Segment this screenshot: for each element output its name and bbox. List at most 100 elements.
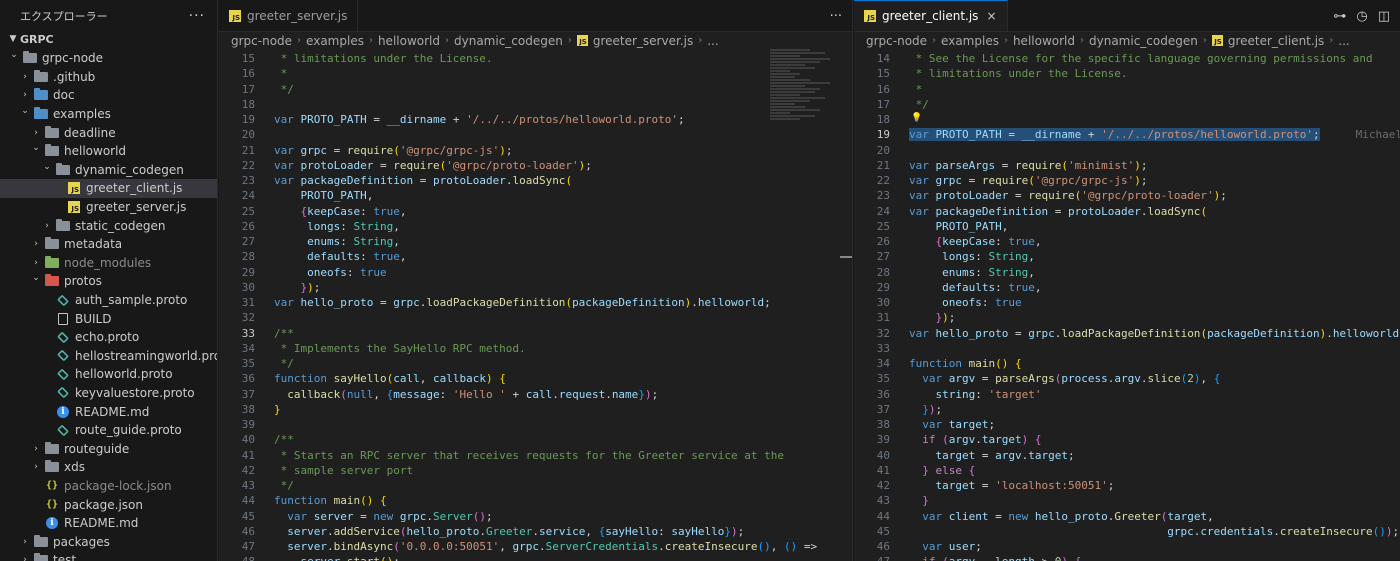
tree-folder[interactable]: › xds xyxy=(0,458,217,477)
code-line[interactable]: }); xyxy=(909,402,942,417)
tree-folder[interactable]: › .github xyxy=(0,68,217,87)
tree-folder[interactable]: › node_modules xyxy=(0,254,217,273)
code-line[interactable]: } xyxy=(274,402,281,417)
history-icon[interactable]: ◷ xyxy=(1356,9,1367,24)
code-line[interactable]: var server = new grpc.Server(); xyxy=(274,509,492,524)
code-line[interactable]: enums: String, xyxy=(274,234,400,249)
code-line[interactable]: callback(null, {message: 'Hello ' + call… xyxy=(274,387,658,402)
timeline-icon[interactable]: ⊶ xyxy=(1333,9,1346,24)
code-line[interactable]: var PROTO_PATH = __dirname + '/../../pro… xyxy=(909,127,1400,142)
code-line[interactable]: oneofs: true xyxy=(274,265,387,280)
breadcrumb-item[interactable]: helloworld xyxy=(378,34,440,48)
breadcrumb-item[interactable]: ... xyxy=(1338,34,1349,48)
breadcrumb-item[interactable]: greeter_client.js xyxy=(1228,34,1324,48)
code-line[interactable]: * xyxy=(909,82,923,97)
code-line[interactable]: {keepCase: true, xyxy=(274,204,407,219)
tree-folder[interactable]: ⌄ examples xyxy=(0,105,217,124)
tree-folder[interactable]: › metadata xyxy=(0,235,217,254)
code-line[interactable]: } else { xyxy=(909,463,975,478)
tree-folder[interactable]: › deadline xyxy=(0,123,217,142)
tree-folder[interactable]: ⌄ helloworld xyxy=(0,142,217,161)
code-line[interactable]: enums: String, xyxy=(909,265,1035,280)
code-line[interactable]: * limitations under the License. xyxy=(909,66,1128,81)
code-line[interactable]: */ xyxy=(274,478,294,493)
code-line[interactable]: * limitations under the License. xyxy=(274,51,493,66)
breadcrumb-item[interactable]: helloworld xyxy=(1013,34,1075,48)
breadcrumb-item[interactable]: grpc-node xyxy=(231,34,292,48)
workspace-section-header[interactable]: ▼ GRPC xyxy=(0,30,217,48)
code-line[interactable]: string: 'target' xyxy=(909,387,1042,402)
tree-folder[interactable]: › routeguide xyxy=(0,439,217,458)
code-line[interactable]: var argv = parseArgs(process.argv.slice(… xyxy=(909,371,1220,386)
tab-greeter-client[interactable]: JS greeter_client.js × xyxy=(854,0,1008,31)
tree-folder[interactable]: › packages xyxy=(0,532,217,551)
code-line[interactable]: var packageDefinition = protoLoader.load… xyxy=(909,204,1207,219)
code-line[interactable]: var grpc = require('@grpc/grpc-js'); xyxy=(909,173,1147,188)
code-line[interactable]: function sayHello(call, callback) { xyxy=(274,371,506,386)
code-line[interactable]: if (argv.target) { xyxy=(909,432,1041,447)
tree-file[interactable]: BUILD xyxy=(0,309,217,328)
code-line[interactable]: } xyxy=(909,493,929,508)
breadcrumb-item[interactable]: grpc-node xyxy=(866,34,927,48)
tree-folder[interactable]: › test xyxy=(0,551,217,561)
code-line[interactable]: if (argv._.length > 0) { xyxy=(909,554,1081,561)
code-line[interactable]: var parseArgs = require('minimist'); xyxy=(909,158,1147,173)
code-line[interactable]: grpc.credentials.createInsecure()); xyxy=(909,524,1399,539)
breadcrumb-item[interactable]: examples xyxy=(306,34,364,48)
code-line[interactable]: target = 'localhost:50051'; xyxy=(909,478,1115,493)
code-line[interactable]: server.start(); xyxy=(274,554,400,561)
more-actions-icon[interactable]: ··· xyxy=(830,9,842,24)
code-line[interactable]: }); xyxy=(909,310,956,325)
code-line[interactable]: var protoLoader = require('@grpc/proto-l… xyxy=(909,188,1227,203)
code-line[interactable]: var PROTO_PATH = __dirname + '/../../pro… xyxy=(274,112,685,127)
breadcrumb-item[interactable]: dynamic_codegen xyxy=(454,34,563,48)
code-line[interactable]: defaults: true, xyxy=(909,280,1041,295)
tree-file[interactable]: keyvaluestore.proto xyxy=(0,384,217,403)
code-line[interactable]: var client = new hello_proto.Greeter(tar… xyxy=(909,509,1213,524)
code-line[interactable]: function main() { xyxy=(909,356,1022,371)
tree-file[interactable]: i README.md xyxy=(0,514,217,533)
code-line[interactable]: longs: String, xyxy=(274,219,400,234)
code-line[interactable]: */ xyxy=(274,356,294,371)
code-line[interactable]: * Implements the SayHello RPC method. xyxy=(274,341,526,356)
code-line[interactable]: function main() { xyxy=(274,493,387,508)
code-line[interactable]: PROTO_PATH, xyxy=(274,188,374,203)
code-line[interactable]: * xyxy=(274,66,288,81)
code-line[interactable]: var hello_proto = grpc. loadPackageDefini… xyxy=(909,326,1400,341)
code-line[interactable]: server.bindAsync('0.0.0.0:50051', grpc.S… xyxy=(274,539,817,554)
code-line[interactable]: server.addService(hello_proto.Greeter.se… xyxy=(274,524,744,539)
code-line[interactable]: var hello_proto = grpc. loadPackageDefini… xyxy=(274,295,771,310)
breadcrumb-item[interactable]: ... xyxy=(707,34,718,48)
breadcrumb-item[interactable]: greeter_server.js xyxy=(593,34,693,48)
tree-file[interactable]: JS greeter_server.js xyxy=(0,198,217,217)
close-icon[interactable]: × xyxy=(986,9,996,23)
code-line[interactable]: {keepCase: true, xyxy=(909,234,1042,249)
code-line[interactable]: /** xyxy=(274,326,294,341)
code-line[interactable]: var packageDefinition = protoLoader.load… xyxy=(274,173,572,188)
scrollbar-marker[interactable] xyxy=(840,256,852,258)
tree-folder[interactable]: › static_codegen xyxy=(0,216,217,235)
code-line[interactable]: }); xyxy=(274,280,321,295)
tree-file[interactable]: JS greeter_client.js xyxy=(0,179,217,198)
code-line[interactable]: * sample server port xyxy=(274,463,413,478)
breadcrumb-item[interactable]: dynamic_codegen xyxy=(1089,34,1198,48)
tree-file[interactable]: echo.proto xyxy=(0,328,217,347)
lightbulb-icon[interactable]: 💡 xyxy=(911,113,922,123)
code-line[interactable]: var protoLoader = require('@grpc/proto-l… xyxy=(274,158,592,173)
tree-folder[interactable]: ⌄ grpc-node xyxy=(0,49,217,68)
code-line[interactable]: longs: String, xyxy=(909,249,1035,264)
code-line[interactable]: target = argv.target; xyxy=(909,448,1075,463)
minimap[interactable] xyxy=(770,49,840,149)
code-line[interactable]: * See the License for the specific langu… xyxy=(909,51,1373,66)
code-line[interactable]: */ xyxy=(909,97,929,112)
tree-file[interactable]: {} package-lock.json xyxy=(0,477,217,496)
code-line[interactable]: var grpc = require('@grpc/grpc-js'); xyxy=(274,143,512,158)
tree-file[interactable]: auth_sample.proto xyxy=(0,291,217,310)
more-actions-icon[interactable]: ··· xyxy=(189,8,205,24)
tree-file[interactable]: hellostreamingworld.proto xyxy=(0,347,217,366)
code-line[interactable]: PROTO_PATH, xyxy=(909,219,1009,234)
tab-greeter-server[interactable]: JS greeter_server.js xyxy=(219,0,359,31)
split-editor-icon[interactable]: ◫ xyxy=(1378,9,1390,24)
tree-file[interactable]: i README.md xyxy=(0,402,217,421)
tree-file[interactable]: {} package.json xyxy=(0,495,217,514)
